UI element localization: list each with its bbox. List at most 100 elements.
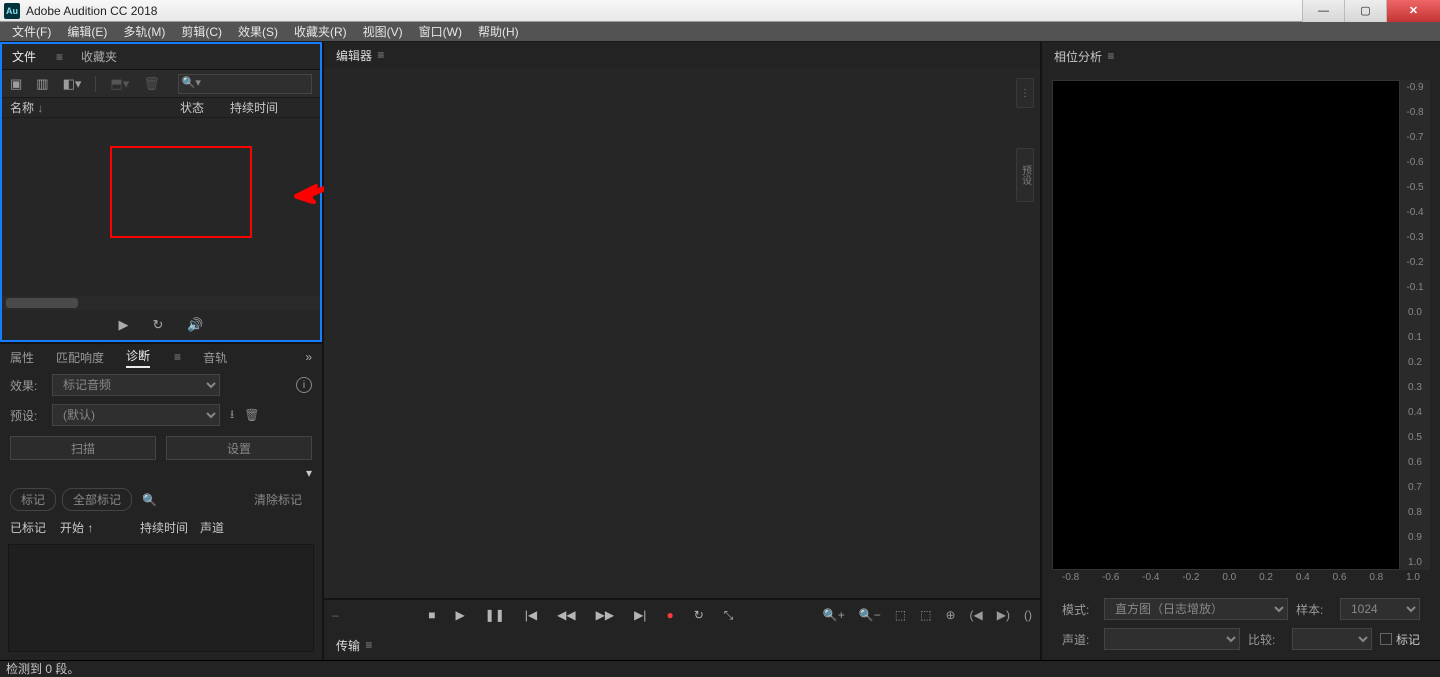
search-marks-icon[interactable]: 🔍 <box>142 493 157 507</box>
diag-results-body[interactable] <box>8 544 314 652</box>
files-panel-head: 文件 ≡ 收藏夹 <box>2 44 320 70</box>
col-start[interactable]: 开始 ↑ <box>60 519 140 536</box>
zoom-out-icon[interactable]: 🔍− <box>859 608 881 622</box>
phase-plot[interactable] <box>1052 80 1400 570</box>
editor-body[interactable]: ⋮ 预设 <box>324 68 1040 600</box>
forward-icon[interactable]: ▶▶ <box>596 608 614 622</box>
auto-play-icon[interactable]: 🔊 <box>187 317 203 333</box>
editor-side-tabs: ⋮ 预设 <box>1016 78 1034 202</box>
y-tick: 0.5 <box>1400 432 1430 443</box>
files-list-body[interactable] <box>2 118 320 296</box>
tab-properties[interactable]: 属性 <box>10 349 34 366</box>
col-duration[interactable]: 持续时间 <box>230 99 312 116</box>
tab-favorites[interactable]: 收藏夹 <box>81 48 117 65</box>
menu-edit[interactable]: 编辑(E) <box>61 22 113 42</box>
scan-button[interactable]: 扫描 <box>10 436 156 460</box>
more-tabs-icon[interactable]: » <box>305 350 312 364</box>
go-start-icon[interactable]: |◀ <box>525 608 537 622</box>
zoom-reset-icon[interactable]: () <box>1024 608 1032 622</box>
settings-button[interactable]: 设置 <box>166 436 312 460</box>
menu-help[interactable]: 帮助(H) <box>472 22 525 42</box>
tab-files[interactable]: 文件 <box>12 48 36 65</box>
delete-preset-icon[interactable]: 🗑 <box>244 408 259 422</box>
zoom-fit-icon[interactable]: ⬚ <box>895 608 906 622</box>
menu-clip[interactable]: 剪辑(C) <box>175 22 228 42</box>
col-name[interactable]: 名称 <box>10 101 34 115</box>
stop-icon[interactable]: ■ <box>428 608 435 622</box>
play-preview-icon[interactable]: ▶ <box>118 317 128 333</box>
panel-menu-icon[interactable]: ≡ <box>56 50 63 64</box>
zoom-prev-icon[interactable]: (◀ <box>970 608 983 622</box>
panel-menu-icon[interactable]: ≡ <box>362 638 372 652</box>
loop-playback-icon[interactable]: ↻ <box>694 608 704 622</box>
close-button[interactable]: ✕ <box>1386 0 1440 22</box>
search-input[interactable] <box>178 74 312 94</box>
x-tick: 0.8 <box>1369 572 1383 592</box>
side-tab-preset[interactable]: 预设 <box>1016 148 1034 202</box>
status-bar: 检测到 0 段。 <box>0 660 1440 675</box>
phase-panel-head: 相位分析 ≡ <box>1042 42 1440 70</box>
menu-favorites[interactable]: 收藏夹(R) <box>288 22 353 42</box>
tab-recording[interactable]: 音轨 <box>203 349 227 366</box>
editor-title[interactable]: 编辑器 <box>336 47 372 64</box>
mark-all-button[interactable]: 全部标记 <box>62 488 132 511</box>
sample-select[interactable]: 1024 <box>1340 598 1420 620</box>
mode-select[interactable]: 直方图（日志增放） <box>1104 598 1288 620</box>
y-tick: 0.2 <box>1400 357 1430 368</box>
col-marked[interactable]: 已标记 <box>10 519 60 536</box>
menu-view[interactable]: 视图(V) <box>357 22 409 42</box>
menu-file[interactable]: 文件(F) <box>6 22 57 42</box>
rewind-icon[interactable]: ◀◀ <box>557 608 575 622</box>
files-scrollbar[interactable] <box>2 296 320 310</box>
menu-bar: 文件(F) 编辑(E) 多轨(M) 剪辑(C) 效果(S) 收藏夹(R) 视图(… <box>0 22 1440 42</box>
maximize-button[interactable]: ▢ <box>1344 0 1386 22</box>
loop-icon[interactable]: ↻ <box>152 317 163 333</box>
phase-title[interactable]: 相位分析 <box>1054 48 1102 65</box>
skip-selection-icon[interactable]: ⤡ <box>724 608 734 623</box>
record-icon[interactable]: ● <box>666 608 673 622</box>
collapse-icon[interactable]: ▾ <box>306 466 312 480</box>
channel-select[interactable] <box>1104 628 1240 650</box>
preset-select[interactable]: (默认) <box>52 404 220 426</box>
col-status[interactable]: 状态 <box>180 99 230 116</box>
side-tab-menu[interactable]: ⋮ <box>1016 78 1034 108</box>
y-tick: 0.9 <box>1400 532 1430 543</box>
menu-effects[interactable]: 效果(S) <box>232 22 284 42</box>
new-file-icon[interactable]: ▥ <box>36 76 48 92</box>
zoom-next-icon[interactable]: ▶) <box>997 608 1010 622</box>
zoom-in-icon[interactable]: 🔍+ <box>823 608 845 622</box>
effect-select[interactable]: 标记音频 <box>52 374 220 396</box>
y-tick: 0.0 <box>1400 307 1430 318</box>
play-icon[interactable]: ▶ <box>455 608 464 622</box>
app-logo: Au <box>4 3 20 19</box>
pause-icon[interactable]: ❚❚ <box>485 608 505 622</box>
transport-title[interactable]: 传输 <box>336 637 360 654</box>
compare-select[interactable] <box>1292 628 1372 650</box>
compare-label: 比较: <box>1248 631 1284 648</box>
files-search[interactable]: 🔍▾ <box>178 74 312 94</box>
tab-match-loudness[interactable]: 匹配响度 <box>56 349 104 366</box>
tab-diagnostics[interactable]: 诊断 <box>126 347 150 368</box>
panel-menu-icon[interactable]: ≡ <box>1104 49 1114 63</box>
files-footer: ▶ ↻ 🔊 <box>2 310 320 340</box>
save-preset-icon[interactable]: ⭳ <box>230 405 234 426</box>
menu-multitrack[interactable]: 多轨(M) <box>117 22 171 42</box>
zoom-in-v-icon[interactable]: ⊕ <box>945 608 955 622</box>
mark-button[interactable]: 标记 <box>10 488 56 511</box>
go-end-icon[interactable]: ▶| <box>634 608 646 622</box>
minimize-button[interactable]: — <box>1302 0 1344 22</box>
diagnostics-panel: 属性 匹配响度 诊断 ≡ 音轨 » 效果: 标记音频 i 预设: (默认) ⭳ … <box>0 342 322 660</box>
panel-menu-icon[interactable]: ≡ <box>374 48 384 62</box>
clear-marks-button[interactable]: 清除标记 <box>244 489 312 510</box>
y-tick: 0.1 <box>1400 332 1430 343</box>
zoom-selection-icon[interactable]: ⬚ <box>920 608 931 622</box>
info-icon[interactable]: i <box>296 377 312 393</box>
panel-menu-icon[interactable]: ≡ <box>174 350 181 364</box>
open-file-icon[interactable]: ▣ <box>10 76 22 92</box>
menu-window[interactable]: 窗口(W) <box>413 22 468 42</box>
label-checkbox[interactable]: 标记 <box>1380 631 1420 648</box>
new-multitrack-icon[interactable]: ◧▾ <box>63 76 82 92</box>
y-tick: -0.2 <box>1400 257 1430 268</box>
col-duration[interactable]: 持续时间 <box>140 519 200 536</box>
col-channel[interactable]: 声道 <box>200 519 312 536</box>
